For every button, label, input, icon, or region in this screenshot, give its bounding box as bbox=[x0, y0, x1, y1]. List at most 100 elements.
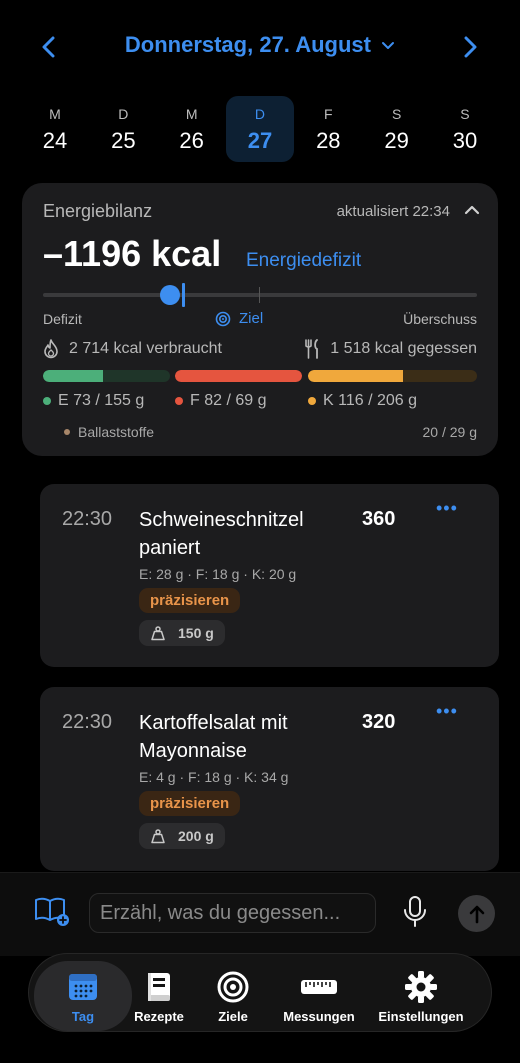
fiber-dot bbox=[64, 429, 70, 435]
voice-input-button[interactable] bbox=[402, 895, 428, 934]
energy-status-label: Energiedefizit bbox=[246, 250, 362, 271]
tab-label: Messungen bbox=[283, 1009, 355, 1024]
next-day-button[interactable] bbox=[455, 32, 485, 62]
carbs-text: K 116 / 206 g bbox=[323, 392, 417, 409]
fiber-legend: Ballaststoffe bbox=[64, 424, 154, 440]
fat-progress-bar bbox=[175, 370, 302, 382]
carbs-progress-bar bbox=[308, 370, 477, 382]
protein-progress-fill bbox=[43, 370, 103, 382]
day-number: 26 bbox=[179, 128, 204, 153]
energy-balance-value: –1196 kcal bbox=[43, 233, 222, 274]
food-input-bar bbox=[0, 872, 520, 956]
tab-label: Ziele bbox=[218, 1009, 248, 1024]
carbs-progress-fill bbox=[308, 370, 403, 382]
meal-time: 22:30 bbox=[62, 711, 113, 733]
fiber-label-text: Ballaststoffe bbox=[78, 424, 155, 440]
macro-legend: E 73 / 155 g F 82 / 69 g K 116 / 206 g bbox=[43, 392, 477, 412]
refine-button[interactable]: präzisieren bbox=[139, 588, 241, 613]
slider-goal-tick bbox=[259, 287, 260, 303]
tab-goals[interactable]: Ziele bbox=[201, 961, 265, 1031]
weekday-label: M bbox=[185, 106, 198, 122]
weekday-label: D bbox=[118, 106, 129, 122]
tab-label: Rezepte bbox=[134, 1009, 184, 1024]
food-description-input[interactable] bbox=[89, 893, 376, 933]
food-library-button[interactable] bbox=[34, 895, 70, 932]
microphone-icon bbox=[404, 896, 426, 927]
meal-kcal: 360 bbox=[362, 508, 396, 530]
calendar-icon bbox=[69, 974, 97, 1000]
protein-legend: E 73 / 155 g bbox=[43, 392, 144, 410]
day-number: 29 bbox=[384, 128, 409, 153]
day-cell-1[interactable]: D 25 bbox=[89, 96, 157, 162]
week-strip: M 24 D 25 M 26 D 27 F 28 S 29 S 30 bbox=[21, 96, 499, 162]
balance-slider-knob bbox=[160, 285, 180, 305]
meal-name: Kartoffelsalat mit Mayonnaise bbox=[139, 712, 288, 762]
gear-icon bbox=[405, 971, 437, 1003]
date-picker-button[interactable]: Donnerstag, 27. August bbox=[0, 32, 520, 58]
tab-settings[interactable]: Einstellungen bbox=[373, 961, 469, 1031]
weekday-label: F bbox=[324, 106, 333, 122]
weight-value: 150 g bbox=[178, 625, 214, 641]
protein-dot bbox=[43, 397, 51, 405]
day-cell-0[interactable]: M 24 bbox=[21, 96, 89, 162]
tab-measurements[interactable]: Messungen bbox=[277, 961, 361, 1031]
weight-chip[interactable]: 200 g bbox=[139, 823, 225, 849]
tab-label: Einstellungen bbox=[378, 1009, 464, 1024]
day-number: 28 bbox=[316, 128, 341, 153]
day-number: 24 bbox=[42, 128, 68, 153]
flame-icon bbox=[44, 339, 58, 359]
balance-slider-track bbox=[43, 283, 477, 307]
book-add-icon bbox=[35, 897, 69, 926]
collapse-button[interactable] bbox=[464, 203, 480, 221]
weekday-label: S bbox=[460, 106, 470, 122]
day-cell-2[interactable]: M 26 bbox=[158, 96, 226, 162]
chevron-down-icon bbox=[382, 42, 395, 50]
tab-day[interactable]: Tag bbox=[34, 961, 132, 1031]
carbs-dot bbox=[308, 397, 316, 405]
weekday-label: D bbox=[254, 106, 266, 122]
day-cell-6[interactable]: S 30 bbox=[431, 96, 499, 162]
slider-deficit-label: Defizit bbox=[43, 311, 82, 327]
send-button[interactable] bbox=[458, 895, 495, 932]
slider-goal-label: Ziel bbox=[215, 310, 263, 327]
ruler-icon bbox=[301, 980, 337, 994]
day-cell-4[interactable]: F 28 bbox=[294, 96, 362, 162]
eaten-calories-text: 1 518 kcal gegessen bbox=[330, 340, 477, 357]
macro-progress-bars bbox=[43, 370, 477, 382]
target-icon bbox=[217, 971, 249, 1003]
protein-progress-bar bbox=[43, 370, 170, 382]
more-options-button[interactable]: ••• bbox=[436, 701, 458, 722]
weekday-label: M bbox=[49, 106, 61, 122]
day-number: 25 bbox=[111, 128, 136, 153]
fiber-value: 20 / 29 g bbox=[422, 424, 478, 440]
fat-text: F 82 / 69 g bbox=[190, 392, 267, 409]
weekday-label: S bbox=[391, 106, 402, 122]
burned-calories: 2 714 kcal verbraucht bbox=[43, 339, 222, 359]
updated-timestamp: aktualisiert 22:34 bbox=[336, 203, 450, 220]
refine-button[interactable]: präzisieren bbox=[139, 791, 241, 816]
day-number: 27 bbox=[247, 128, 273, 153]
more-options-button[interactable]: ••• bbox=[436, 498, 458, 519]
weight-chip[interactable]: 150 g bbox=[139, 620, 225, 646]
fat-dot bbox=[175, 397, 183, 405]
eaten-calories: 1 518 kcal gegessen bbox=[304, 339, 477, 359]
protein-text: E 73 / 155 g bbox=[58, 392, 145, 409]
tab-label: Tag bbox=[71, 1009, 95, 1024]
energy-card-title: Energiebilanz bbox=[43, 201, 153, 221]
meal-entry[interactable]: 22:30 Kartoffelsalat mit Mayonnaise 320 … bbox=[40, 687, 499, 871]
date-header: Donnerstag, 27. August bbox=[0, 28, 520, 68]
arrow-up-icon bbox=[469, 905, 484, 923]
target-icon bbox=[215, 311, 231, 326]
weight-value: 200 g bbox=[178, 828, 214, 844]
meal-macros: E: 4 g · F: 18 g · K: 34 g bbox=[139, 769, 289, 785]
carbs-legend: K 116 / 206 g bbox=[308, 392, 417, 410]
meal-name: Schweineschnitzel paniert bbox=[139, 509, 304, 559]
day-cell-5[interactable]: S 29 bbox=[363, 96, 431, 162]
meal-entry[interactable]: 22:30 Schweineschnitzel paniert 360 ••• … bbox=[40, 484, 499, 667]
weight-icon bbox=[151, 829, 165, 844]
balance-slider-marker bbox=[182, 283, 185, 307]
day-cell-3-selected[interactable]: D 27 bbox=[225, 96, 294, 162]
day-number: 30 bbox=[452, 128, 478, 153]
meal-kcal: 320 bbox=[362, 711, 396, 733]
tab-recipes[interactable]: Rezepte bbox=[127, 961, 191, 1031]
